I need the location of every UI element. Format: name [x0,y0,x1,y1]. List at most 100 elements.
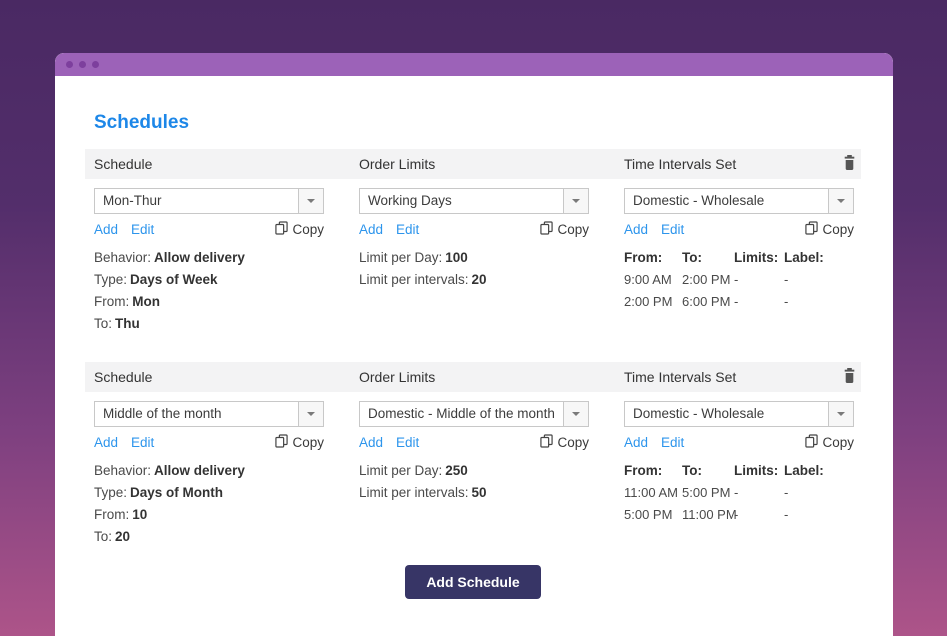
edit-link[interactable]: Edit [131,435,154,450]
order-limits-select-value: Working Days [360,189,563,213]
detail-line: Type:Days of Month [94,482,359,504]
window-dot-icon [66,61,73,68]
add-link[interactable]: Add [624,222,648,237]
schedule-card: Schedule Order Limits Time Intervals Set [85,149,861,335]
copy-label: Copy [557,435,589,450]
copy-button[interactable]: Copy [540,221,589,238]
order-limits-select[interactable]: Working Days [359,188,589,214]
copy-label: Copy [292,222,324,237]
copy-button[interactable]: Copy [805,221,854,238]
intervals-col-limits: Limits: [734,460,784,482]
intervals-col-label: Label: [784,247,861,269]
copy-button[interactable]: Copy [540,434,589,451]
detail-line: Type:Days of Week [94,269,359,291]
detail-line: Limit per intervals:20 [359,269,624,291]
edit-link[interactable]: Edit [396,222,419,237]
caret-shape [307,412,315,416]
detail-line: Limit per Day:100 [359,247,624,269]
window-titlebar [55,53,893,76]
copy-button[interactable]: Copy [275,434,324,451]
interval-cell: 2:00 PM [624,291,682,313]
order-limits-select[interactable]: Domestic - Middle of the month [359,401,589,427]
interval-cell: - [734,291,784,313]
delete-schedule-button[interactable] [843,155,856,173]
edit-link[interactable]: Edit [396,435,419,450]
delete-schedule-button[interactable] [843,368,856,386]
window-dot-icon [92,61,99,68]
caret-shape [572,199,580,203]
chevron-down-icon[interactable] [563,189,588,213]
interval-cell: 11:00 AM [624,482,682,504]
interval-cell: 5:00 PM [682,482,734,504]
chevron-down-icon[interactable] [298,402,323,426]
detail-line: Limit per Day:250 [359,460,624,482]
order-limits-select-value: Domestic - Middle of the month [360,402,563,426]
trash-icon [843,155,856,173]
add-link[interactable]: Add [359,435,383,450]
schedule-select[interactable]: Middle of the month [94,401,324,427]
interval-cell: - [784,269,861,291]
copy-label: Copy [822,222,854,237]
caret-shape [307,199,315,203]
schedule-select[interactable]: Mon-Thur [94,188,324,214]
schedule-column-header: Schedule [85,369,359,385]
copy-button[interactable]: Copy [805,434,854,451]
copy-icon [805,221,818,238]
detail-line: Behavior:Allow delivery [94,460,359,482]
add-link[interactable]: Add [94,435,118,450]
interval-cell: 9:00 AM [624,269,682,291]
schedule-column-header: Schedule [85,156,359,172]
intervals-select[interactable]: Domestic - Wholesale [624,401,854,427]
interval-cell: - [734,482,784,504]
trash-icon [843,368,856,386]
intervals-select-value: Domestic - Wholesale [625,189,828,213]
detail-line: Behavior:Allow delivery [94,247,359,269]
intervals-column-header: Time Intervals Set [624,369,736,385]
interval-cell: 6:00 PM [682,291,734,313]
add-link[interactable]: Add [359,222,383,237]
add-link[interactable]: Add [94,222,118,237]
schedule-select-value: Middle of the month [95,402,298,426]
edit-link[interactable]: Edit [661,435,684,450]
detail-line: Limit per intervals:50 [359,482,624,504]
page-title: Schedules [94,112,861,134]
intervals-col-label: Label: [784,460,861,482]
add-link[interactable]: Add [624,435,648,450]
chevron-down-icon[interactable] [298,189,323,213]
copy-icon [540,434,553,451]
chevron-down-icon[interactable] [563,402,588,426]
intervals-table: From: To: Limits: Label: 9:00 AM 2:00 PM… [624,247,861,313]
interval-cell: - [734,504,784,526]
button-row: Add Schedule [85,565,861,599]
intervals-select[interactable]: Domestic - Wholesale [624,188,854,214]
intervals-col-to: To: [682,460,734,482]
caret-shape [837,412,845,416]
order-limits-column-header: Order Limits [359,369,624,385]
edit-link[interactable]: Edit [661,222,684,237]
intervals-column-header: Time Intervals Set [624,156,736,172]
schedule-card: Schedule Order Limits Time Intervals Set [85,362,861,548]
chevron-down-icon[interactable] [828,402,853,426]
interval-cell: - [784,504,861,526]
copy-label: Copy [822,435,854,450]
card-header: Schedule Order Limits Time Intervals Set [85,149,861,179]
window-dot-icon [79,61,86,68]
intervals-col-to: To: [682,247,734,269]
detail-line: To:Thu [94,313,359,335]
caret-shape [572,412,580,416]
intervals-select-value: Domestic - Wholesale [625,402,828,426]
copy-label: Copy [557,222,589,237]
main-content: Schedules Schedule Order Limits Time Int… [55,112,893,599]
copy-button[interactable]: Copy [275,221,324,238]
copy-label: Copy [292,435,324,450]
intervals-col-from: From: [624,460,682,482]
copy-icon [275,221,288,238]
add-schedule-button[interactable]: Add Schedule [405,565,540,599]
interval-cell: - [784,291,861,313]
edit-link[interactable]: Edit [131,222,154,237]
intervals-col-from: From: [624,247,682,269]
chevron-down-icon[interactable] [828,189,853,213]
order-limits-column-header: Order Limits [359,156,624,172]
copy-icon [805,434,818,451]
intervals-col-limits: Limits: [734,247,784,269]
